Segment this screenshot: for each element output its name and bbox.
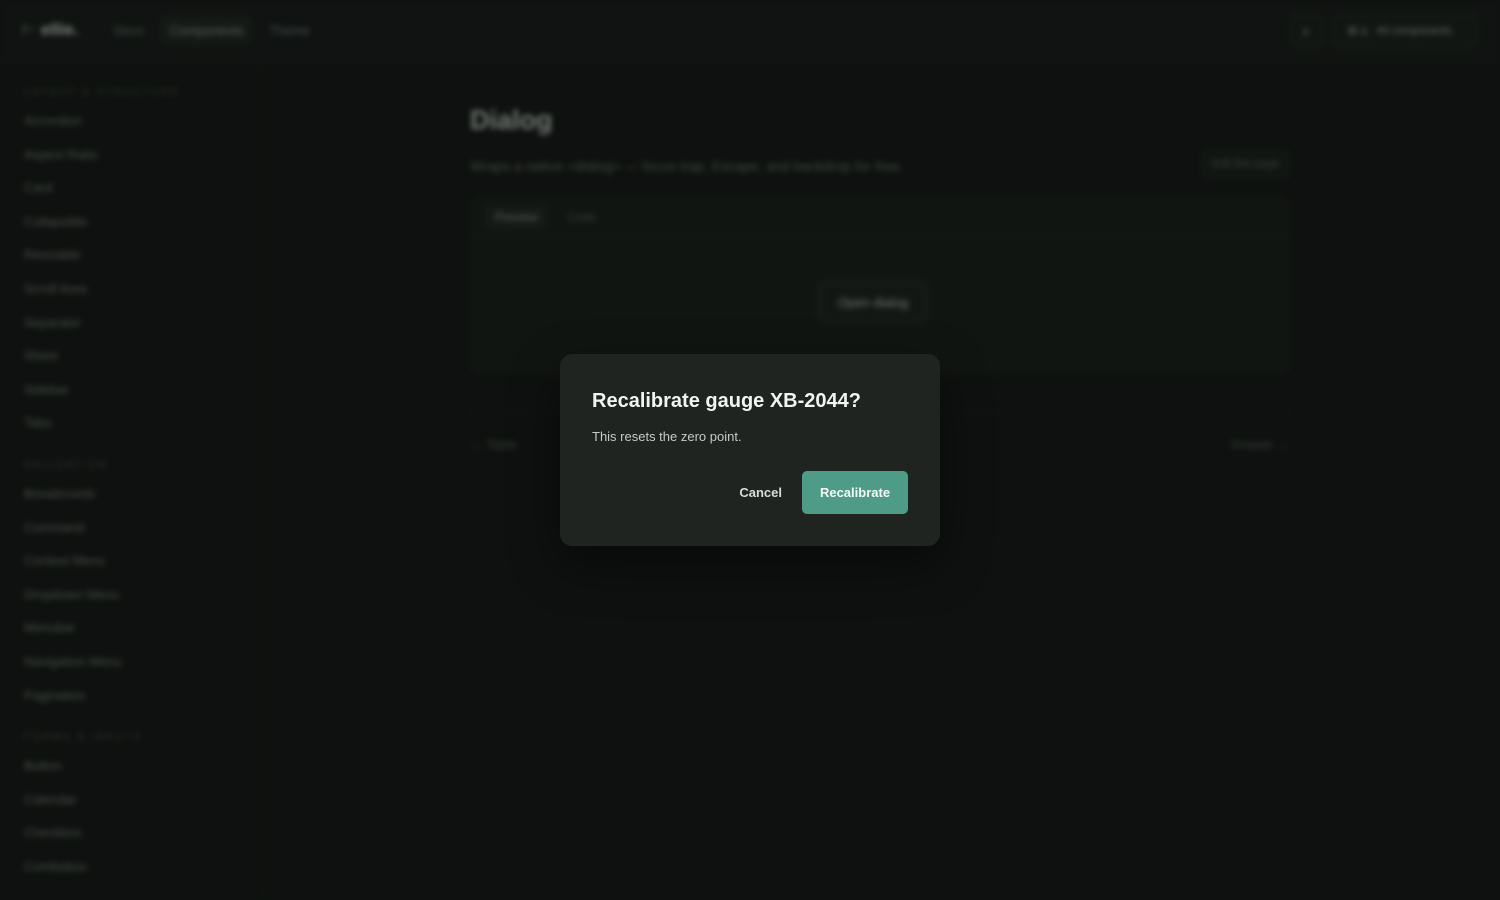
cancel-button[interactable]: Cancel — [739, 485, 782, 500]
confirm-dialog: Recalibrate gauge XB-2044? This resets t… — [560, 354, 940, 546]
dialog-actions: Cancel Recalibrate — [739, 471, 908, 514]
dialog-title: Recalibrate gauge XB-2044? — [592, 390, 861, 412]
dialog-description: This resets the zero point. — [592, 429, 742, 444]
recalibrate-button[interactable]: Recalibrate — [802, 471, 908, 514]
